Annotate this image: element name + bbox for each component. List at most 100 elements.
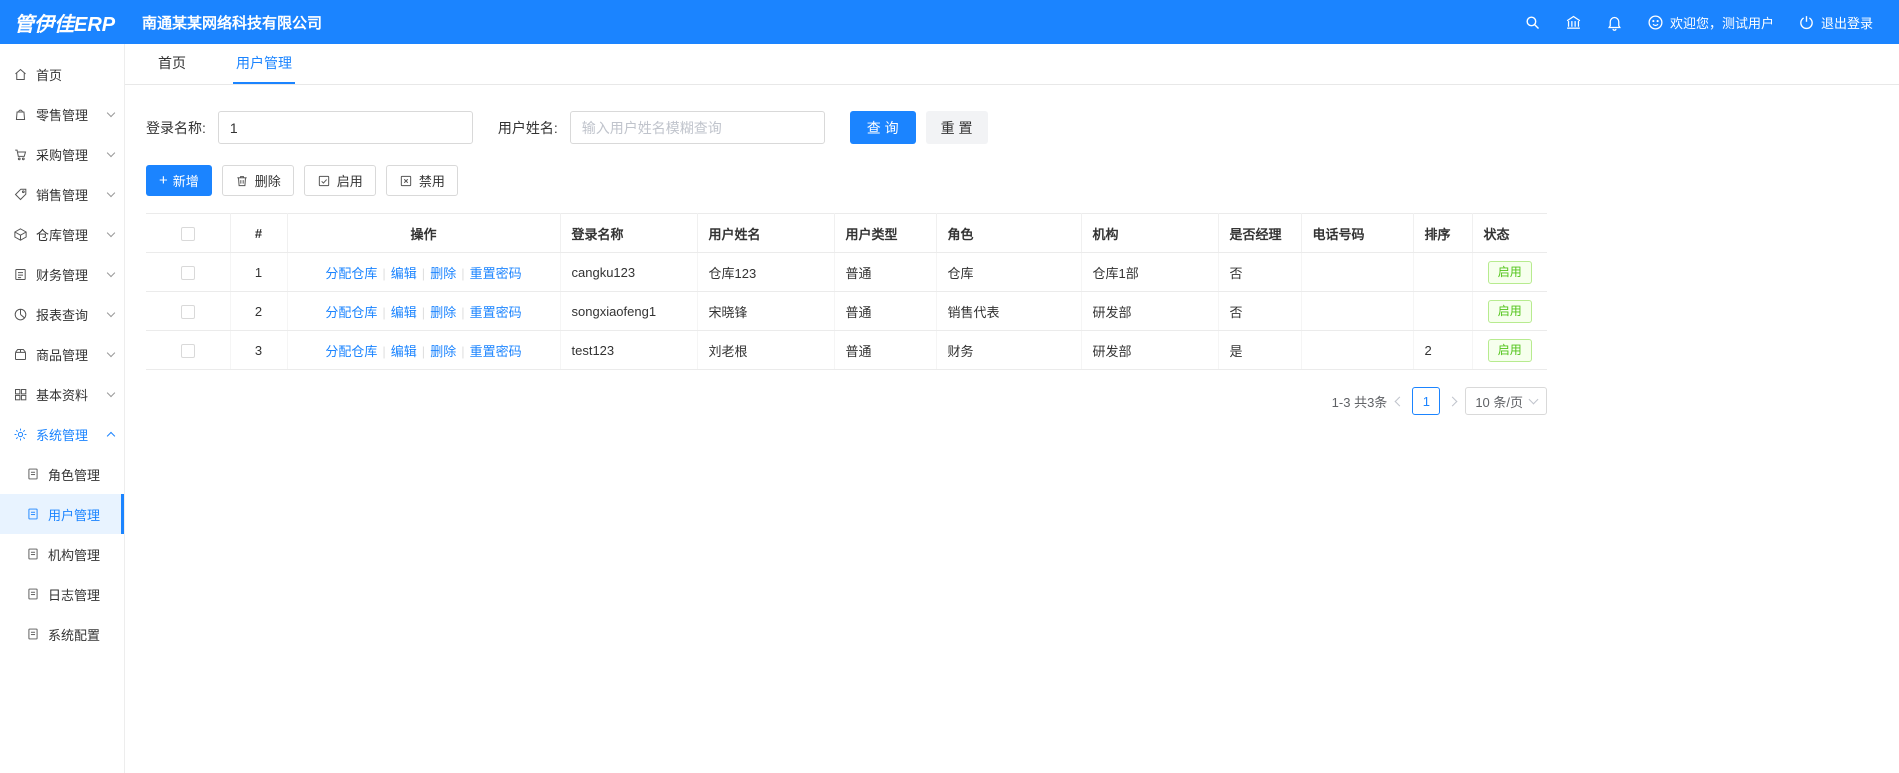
status-badge[interactable]: 启用 [1487,299,1532,323]
reset-password-link[interactable]: 重置密码 [470,344,522,359]
retail-icon [13,107,28,122]
cell-name: 宋晓锋 [697,291,835,331]
sidebar-item-goods[interactable]: 商品管理 [0,334,124,374]
row-checkbox[interactable] [180,343,195,358]
login-name-input[interactable] [217,111,473,144]
app-logo: 管伊佳ERP [14,13,116,36]
cell-phone [1301,291,1414,331]
page-number[interactable]: 1 [1412,387,1441,415]
select-all-checkbox[interactable] [180,226,195,241]
document-icon [26,467,40,481]
chevron-down-icon [106,188,116,197]
sidebar-item-sales[interactable]: 销售管理 [0,174,124,214]
edit-link[interactable]: 编辑 [391,305,417,320]
table-row: 2 分配仓库 | 编辑 | 删除 | 重置密码 songxiaofeng1 宋晓锋 普通 销… [146,291,1547,331]
delete-link[interactable]: 删除 [430,305,456,320]
col-header-name: 用户姓名 [697,213,835,253]
sidebar-item-label: 零售管理 [36,107,89,123]
row-checkbox[interactable] [180,304,195,319]
next-page-icon[interactable] [1447,396,1458,406]
sidebar-item-org-mgmt[interactable]: 机构管理 [0,534,124,574]
x-square-icon [399,174,413,188]
edit-link[interactable]: 编辑 [391,344,417,359]
cell-org: 仓库1部 [1081,252,1219,292]
sidebar-item-home[interactable]: 首页 [0,54,124,94]
reset-button[interactable]: 重 置 [925,111,988,144]
toolbar: + 新增 删除 启用 禁用 [146,165,1899,196]
sidebar-item-warehouse[interactable]: 仓库管理 [0,214,124,254]
delete-link[interactable]: 删除 [430,266,456,281]
prev-page-icon[interactable] [1394,396,1405,406]
document-icon [26,547,40,561]
sidebar-item-system[interactable]: 系统管理 [0,414,124,454]
add-button[interactable]: + 新增 [146,165,212,196]
report-icon [13,307,28,322]
status-badge[interactable]: 启用 [1487,338,1532,362]
delete-link[interactable]: 删除 [430,344,456,359]
disable-button[interactable]: 禁用 [385,165,458,196]
sidebar-item-sys-config[interactable]: 系统配置 [0,614,124,654]
edit-link[interactable]: 编辑 [391,266,417,281]
sidebar-item-retail[interactable]: 零售管理 [0,94,124,134]
assign-warehouse-link[interactable]: 分配仓库 [325,266,377,281]
chevron-down-icon [106,108,116,117]
col-header-sort: 排序 [1413,213,1473,253]
plus-icon: + [159,172,168,189]
search-icon[interactable] [1524,14,1541,31]
cell-login: songxiaofeng1 [560,291,698,331]
delete-button[interactable]: 删除 [221,165,294,196]
assign-warehouse-link[interactable]: 分配仓库 [325,305,377,320]
document-icon [26,507,40,521]
tab-user-mgmt[interactable]: 用户管理 [233,44,295,84]
finance-icon [13,267,28,282]
search-button[interactable]: 查 询 [849,111,916,144]
welcome-user[interactable]: 欢迎您，测试用户 [1647,13,1774,32]
document-icon [26,587,40,601]
chevron-down-icon [106,148,116,157]
logout-button[interactable]: 退出登录 [1798,13,1873,32]
reset-password-link[interactable]: 重置密码 [470,266,522,281]
cell-type: 普通 [834,330,937,370]
sidebar-item-report[interactable]: 报表查询 [0,294,124,334]
sidebar-item-basic[interactable]: 基本资料 [0,374,124,414]
sidebar-item-log-mgmt[interactable]: 日志管理 [0,574,124,614]
sidebar-item-label: 仓库管理 [36,227,89,243]
cell-sort: 2 [1413,330,1473,370]
sidebar-item-role-mgmt[interactable]: 角色管理 [0,454,124,494]
row-checkbox[interactable] [180,265,195,280]
cell-name: 仓库123 [697,252,835,292]
cell-type: 普通 [834,291,937,331]
table-row: 1 分配仓库 | 编辑 | 删除 | 重置密码 cangku123 仓库123 普通 仓库 … [146,252,1547,292]
tab-home[interactable]: 首页 [155,44,189,84]
sidebar-subitem-label: 日志管理 [48,587,101,603]
enable-button[interactable]: 启用 [303,165,376,196]
col-header-num: # [230,213,288,253]
user-name-input[interactable] [569,111,825,144]
page-size-select[interactable]: 10 条/页 [1465,387,1547,415]
cell-org: 研发部 [1081,291,1219,331]
power-icon [1798,14,1815,31]
status-badge[interactable]: 启用 [1487,260,1532,284]
cell-type: 普通 [834,252,937,292]
logout-text: 退出登录 [1820,15,1873,31]
bell-icon[interactable] [1606,14,1623,31]
reset-password-link[interactable]: 重置密码 [470,305,522,320]
sidebar-item-label: 首页 [36,67,63,83]
sidebar-item-label: 财务管理 [36,267,89,283]
welcome-text: 欢迎您，测试用户 [1669,15,1774,31]
sidebar-item-user-mgmt[interactable]: 用户管理 [0,494,124,534]
cell-sort [1413,252,1473,292]
cell-manager: 是 [1218,330,1302,370]
table-header-row: # 操作 登录名称 用户姓名 用户类型 角色 机构 是否经理 电话号码 排序 状… [146,213,1547,253]
chevron-down-icon [1528,394,1539,405]
assign-warehouse-link[interactable]: 分配仓库 [325,344,377,359]
sidebar-item-finance[interactable]: 财务管理 [0,254,124,294]
cell-org: 研发部 [1081,330,1219,370]
cell-role: 财务 [936,330,1082,370]
document-icon [26,627,40,641]
bank-icon[interactable] [1565,14,1582,31]
cell-name: 刘老根 [697,330,835,370]
goods-icon [13,347,28,362]
sidebar-item-label: 系统管理 [36,427,89,443]
sidebar-item-purchase[interactable]: 采购管理 [0,134,124,174]
